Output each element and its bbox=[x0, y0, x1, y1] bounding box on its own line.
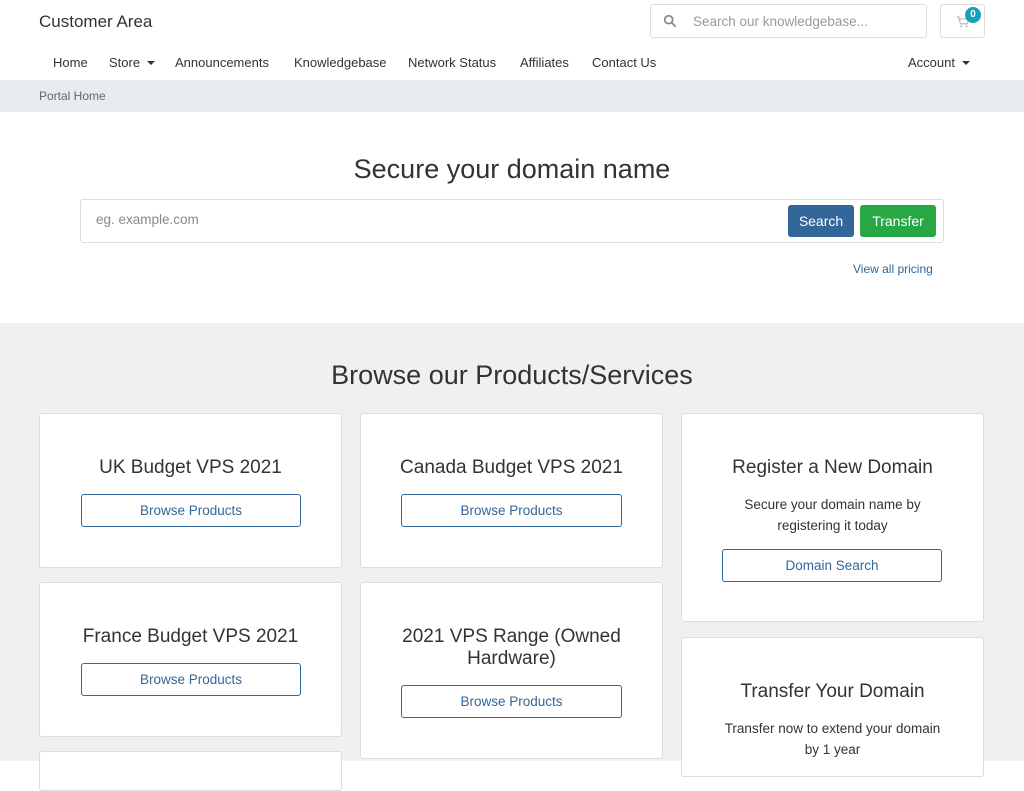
product-card-france-budget-vps: France Budget VPS 2021 Browse Products bbox=[39, 582, 342, 737]
view-all-pricing-link[interactable]: View all pricing bbox=[853, 262, 933, 276]
knowledgebase-search-input[interactable] bbox=[693, 13, 913, 29]
products-section: Browse our Products/Services UK Budget V… bbox=[0, 323, 1024, 791]
products-section-title: Browse our Products/Services bbox=[331, 360, 693, 390]
product-card-vps-range-owned-hardware: 2021 VPS Range (Owned Hardware) Browse P… bbox=[360, 582, 663, 759]
domain-search-button[interactable]: Search bbox=[788, 205, 854, 237]
knowledgebase-search[interactable] bbox=[650, 4, 927, 38]
product-card-title: Canada Budget VPS 2021 bbox=[400, 457, 623, 478]
register-domain-card: Register a New Domain Secure your domain… bbox=[681, 413, 984, 622]
register-domain-title: Register a New Domain bbox=[732, 457, 933, 478]
browse-products-button[interactable]: Browse Products bbox=[401, 685, 622, 718]
cart-button[interactable]: 0 bbox=[940, 4, 985, 38]
caret-down-icon bbox=[147, 60, 156, 65]
nav-affiliates[interactable]: Affiliates bbox=[520, 55, 569, 70]
nav-announcements[interactable]: Announcements bbox=[175, 55, 269, 70]
nav-knowledgebase[interactable]: Knowledgebase bbox=[294, 55, 387, 70]
domain-search-form: Search Transfer bbox=[80, 199, 944, 243]
top-header: Customer Area 0 bbox=[0, 0, 1024, 44]
browse-products-button[interactable]: Browse Products bbox=[81, 663, 301, 696]
product-card-canada-budget-vps: Canada Budget VPS 2021 Browse Products bbox=[360, 413, 663, 568]
brand-link[interactable]: Customer Area bbox=[39, 12, 152, 32]
product-card-partial bbox=[39, 751, 342, 791]
domain-search-card-button[interactable]: Domain Search bbox=[722, 549, 942, 582]
nav-network-status[interactable]: Network Status bbox=[408, 55, 496, 70]
breadcrumb: Portal Home bbox=[0, 80, 1024, 112]
product-card-uk-budget-vps: UK Budget VPS 2021 Browse Products bbox=[39, 413, 342, 568]
transfer-domain-description: Transfer now to extend your domain by 1 … bbox=[724, 721, 941, 757]
breadcrumb-portal-home[interactable]: Portal Home bbox=[39, 89, 106, 103]
transfer-domain-title: Transfer Your Domain bbox=[740, 681, 925, 702]
main-navigation: Home Store Announcements Knowledgebase N… bbox=[0, 44, 1024, 80]
domain-section-title: Secure your domain name bbox=[353, 154, 671, 184]
nav-account[interactable]: Account bbox=[908, 55, 970, 70]
nav-store[interactable]: Store bbox=[109, 55, 156, 70]
domain-search-input[interactable] bbox=[96, 212, 696, 227]
cart-count-badge: 0 bbox=[965, 7, 981, 23]
product-card-title: 2021 VPS Range (Owned Hardware) bbox=[402, 626, 621, 669]
nav-store-label: Store bbox=[109, 55, 141, 70]
transfer-domain-card: Transfer Your Domain Transfer now to ext… bbox=[681, 637, 984, 777]
search-icon bbox=[663, 14, 677, 28]
nav-account-label: Account bbox=[908, 55, 955, 70]
nav-contact-us[interactable]: Contact Us bbox=[592, 55, 656, 70]
nav-home[interactable]: Home bbox=[53, 55, 88, 70]
browse-products-button[interactable]: Browse Products bbox=[81, 494, 301, 527]
product-card-title: UK Budget VPS 2021 bbox=[99, 457, 282, 478]
register-domain-description: Secure your domain name by registering i… bbox=[744, 497, 921, 533]
caret-down-icon bbox=[961, 60, 970, 65]
domain-transfer-button[interactable]: Transfer bbox=[860, 205, 936, 237]
domain-search-section: Secure your domain name Search Transfer … bbox=[0, 112, 1024, 323]
browse-products-button[interactable]: Browse Products bbox=[401, 494, 622, 527]
product-card-title: France Budget VPS 2021 bbox=[82, 626, 299, 647]
